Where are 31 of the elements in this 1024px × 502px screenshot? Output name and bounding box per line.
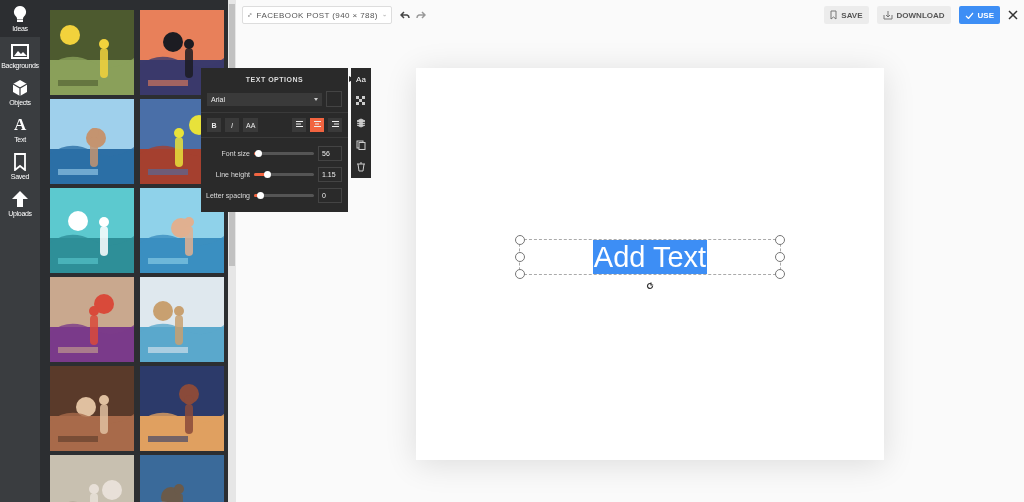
slider[interactable] xyxy=(254,194,314,197)
upload-icon xyxy=(11,190,29,208)
resize-icon xyxy=(248,11,252,19)
align-right-icon xyxy=(331,121,339,128)
size-dropdown[interactable]: FACEBOOK POST (940 × 788) xyxy=(242,6,392,24)
align-right-button[interactable] xyxy=(328,118,342,132)
bookmark-icon xyxy=(830,10,838,20)
close-icon[interactable] xyxy=(1008,10,1018,20)
slider-thumb[interactable] xyxy=(264,171,272,178)
align-center-icon xyxy=(313,121,321,128)
text-icon: A xyxy=(14,116,26,134)
slider-thumb[interactable] xyxy=(255,150,263,157)
slider[interactable] xyxy=(254,173,314,176)
download-icon xyxy=(882,10,893,20)
color-swatch[interactable] xyxy=(326,91,342,107)
bookmark-icon xyxy=(11,153,29,171)
slider[interactable] xyxy=(254,152,314,155)
bulb-icon xyxy=(11,5,29,23)
undo-icon[interactable] xyxy=(400,11,410,19)
redo-icon[interactable] xyxy=(416,11,426,19)
font-icon[interactable]: Aa xyxy=(356,68,366,90)
caret-icon xyxy=(314,97,318,101)
rotate-icon[interactable] xyxy=(646,282,654,290)
cube-icon xyxy=(11,79,29,97)
check-icon xyxy=(964,11,974,19)
download-button[interactable]: DOWNLOAD xyxy=(876,6,951,24)
align-left-button[interactable] xyxy=(292,118,306,132)
align-left-icon xyxy=(295,121,303,128)
slider-thumb[interactable] xyxy=(257,192,264,199)
save-button[interactable]: SAVE xyxy=(824,6,869,24)
image-icon xyxy=(11,42,29,60)
